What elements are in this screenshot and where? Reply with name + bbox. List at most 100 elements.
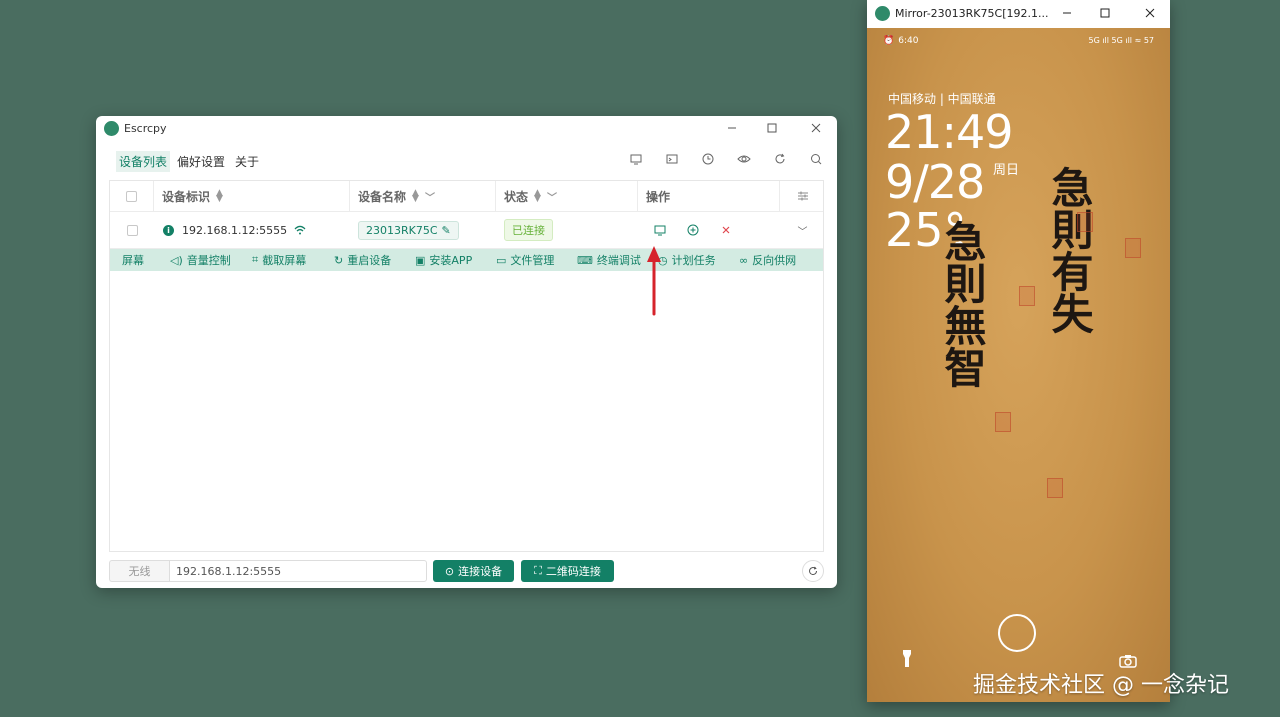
mirror-window: Mirror-23013RK75C[192.1... ⏰ 6:40 5G ıll… [867, 0, 1170, 702]
chevron-down-icon[interactable]: ﹀ [798, 223, 808, 238]
mirror-screen-icon[interactable] [652, 222, 668, 238]
tab-about[interactable]: 关于 [232, 151, 262, 172]
refresh-icon[interactable] [771, 150, 789, 168]
action-reverse-tether-label: 反向供网 [752, 254, 797, 267]
select-all-checkbox[interactable] [126, 190, 137, 202]
cell-device-name: 23013RK75C ✎ [358, 212, 494, 248]
folder-icon: ▭ [496, 253, 507, 267]
terminal-icon[interactable] [663, 150, 681, 168]
action-reboot[interactable]: ↻ 重启设备 [334, 249, 391, 271]
cell-operations [652, 212, 772, 248]
device-name-tag[interactable]: 23013RK75C ✎ [358, 220, 459, 240]
action-reboot-label: 重启设备 [347, 254, 392, 267]
lock-weekday: 周日 [993, 163, 1020, 178]
status-indicators: 5G ıll 5G ıll ≈ 57 [1088, 36, 1154, 45]
terminal-icon: ⌨ [577, 253, 593, 267]
maximize-button[interactable] [762, 120, 782, 136]
phone-status-bar: ⏰ 6:40 [883, 36, 918, 46]
maximize-button[interactable] [1095, 5, 1115, 21]
tab-device-list[interactable]: 设备列表 [116, 151, 171, 172]
unlock-ring[interactable] [998, 614, 1036, 652]
header-status[interactable]: 状态 ▲ ▼ ﹀ [496, 181, 638, 211]
connect-device-button[interactable]: ⊙ 连接设备 [433, 560, 514, 582]
action-mirror[interactable]: 屏幕 [122, 249, 144, 271]
column-settings-icon [797, 191, 808, 201]
seal-stamp [1125, 238, 1141, 258]
refresh-button[interactable] [802, 560, 824, 582]
device-actions-bar: 屏幕 ◁) 音量控制 ⌗ 截取屏幕 ↻ 重启设备 ▣ 安装APP ▭ 文件管理 ⌨ 终端调试… [110, 249, 823, 271]
chevron-down-icon[interactable]: ﹀ [425, 189, 435, 204]
cell-device-id: i 192.168.1.12:5555 [163, 212, 349, 248]
action-schedule-label: 计划任务 [671, 254, 716, 267]
disconnect-icon[interactable] [718, 222, 734, 238]
action-schedule[interactable]: ◷ 计划任务 [658, 249, 716, 271]
crop-icon: ⌗ [252, 253, 259, 266]
phone-screen[interactable]: ⏰ 6:40 5G ıll 5G ıll ≈ 57 中国移动 | 中国联通 21… [867, 28, 1170, 702]
action-install-app-label: 安装APP [429, 254, 473, 267]
cell-status: 已连接 [504, 212, 634, 248]
header-device-id[interactable]: 设备标识 ▲ ▼ [154, 181, 350, 211]
device-name-text: 23013RK75C [366, 223, 438, 237]
minimize-button[interactable] [1057, 5, 1077, 21]
qr-connect-button[interactable]: ⛶ 二维码连接 [521, 560, 614, 582]
sort-icon[interactable]: ▲ ▼ [216, 189, 223, 204]
qr-connect-label: 二维码连接 [545, 565, 601, 578]
connection-mode-label: 无线 [109, 560, 169, 582]
close-button[interactable] [806, 120, 826, 136]
monitor-icon[interactable] [627, 150, 645, 168]
camera-icon[interactable] [1119, 654, 1137, 668]
action-file-manager[interactable]: ▭ 文件管理 [496, 249, 554, 271]
mirror-window-title: Mirror-23013RK75C[192.1... [895, 7, 1049, 20]
reboot-icon: ↻ [334, 253, 344, 267]
app-logo-icon [875, 6, 890, 21]
install-icon: ▣ [415, 253, 426, 267]
scan-icon: ⛶ [534, 564, 542, 577]
sort-icon[interactable]: ▲ ▼ [412, 189, 419, 204]
wifi-icon [294, 225, 306, 235]
action-install-app[interactable]: ▣ 安装APP [415, 249, 472, 271]
action-terminal[interactable]: ⌨ 终端调试 [577, 249, 641, 271]
action-volume[interactable]: ◁) 音量控制 [170, 249, 231, 271]
action-reverse-tether[interactable]: ∞ 反向供网 [739, 249, 796, 271]
close-button[interactable] [1140, 5, 1160, 21]
history-icon[interactable] [699, 150, 717, 168]
action-terminal-label: 终端调试 [596, 254, 641, 267]
column-settings[interactable] [780, 181, 825, 211]
red-arrow-annotation [647, 246, 661, 316]
device-table: 设备标识 ▲ ▼ 设备名称 ▲ ▼ ﹀ 状态 ▲ ▼ ﹀ 操作 i 192.16… [109, 180, 824, 552]
title-bar: Escrcpy [96, 116, 837, 142]
seal-stamp [995, 412, 1011, 432]
header-device-name[interactable]: 设备名称 ▲ ▼ ﹀ [350, 181, 496, 211]
app-logo-icon [104, 121, 119, 136]
device-id-text: 192.168.1.12:5555 [182, 223, 288, 237]
add-circle-icon[interactable] [685, 222, 701, 238]
mirror-title-bar: Mirror-23013RK75C[192.1... [867, 0, 1170, 28]
edit-icon[interactable]: ✎ [442, 224, 451, 237]
seal-stamp [1077, 212, 1093, 232]
minimize-button[interactable] [722, 120, 742, 136]
action-mirror-label: 屏幕 [122, 254, 144, 267]
info-icon[interactable]: i [163, 224, 174, 236]
connect-device-label: 连接设备 [458, 565, 503, 578]
expand-row[interactable]: ﹀ [780, 212, 825, 248]
chevron-down-icon[interactable]: ﹀ [547, 189, 557, 204]
eye-icon[interactable] [735, 150, 753, 168]
table-row: i 192.168.1.12:5555 23013RK75C ✎ 已连接 ﹀ [110, 212, 823, 249]
flashlight-icon[interactable] [901, 650, 913, 668]
tab-preferences[interactable]: 偏好设置 [174, 151, 228, 172]
header-operations-label: 操作 [646, 189, 671, 204]
row-select [110, 212, 154, 248]
action-screenshot[interactable]: ⌗ 截取屏幕 [252, 249, 306, 271]
table-header: 设备标识 ▲ ▼ 设备名称 ▲ ▼ ﹀ 状态 ▲ ▼ ﹀ 操作 [110, 181, 823, 212]
sort-icon[interactable]: ▲ ▼ [534, 189, 541, 204]
address-input[interactable] [169, 560, 427, 582]
volume-icon: ◁) [170, 253, 183, 267]
action-file-manager-label: 文件管理 [510, 254, 555, 267]
link-icon: ∞ [739, 253, 749, 267]
row-checkbox[interactable] [126, 224, 138, 236]
header-device-id-label: 设备标识 [162, 189, 211, 204]
window-title: Escrcpy [124, 122, 167, 135]
escrcpy-window: Escrcpy 设备列表 偏好设置 关于 设备标识 ▲ ▼ 设备名称 ▲ ▼ ﹀… [96, 116, 837, 588]
alarm-icon: ⏰ [883, 36, 895, 46]
search-icon[interactable] [807, 150, 825, 168]
